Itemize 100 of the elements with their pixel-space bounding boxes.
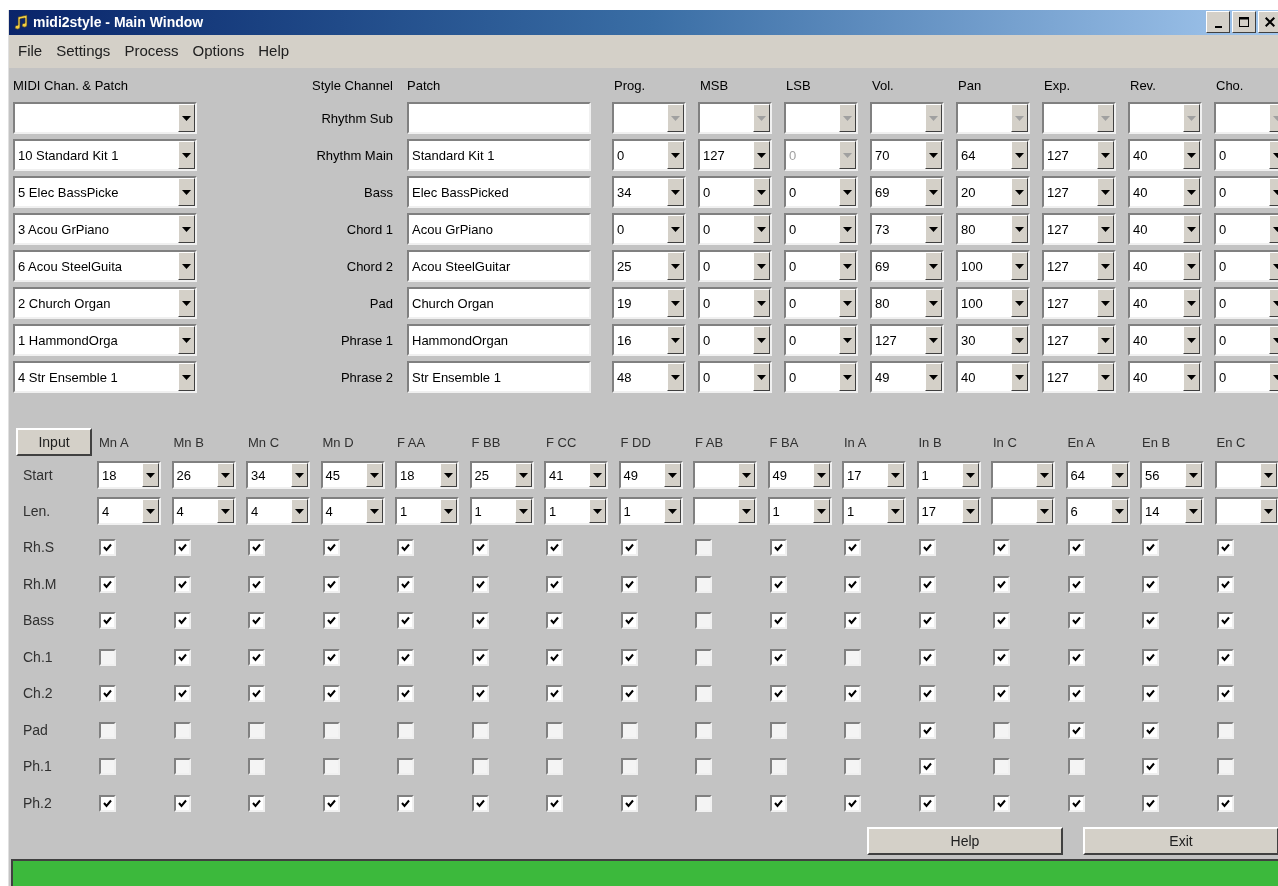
dropdown[interactable]: 19 — [612, 287, 686, 320]
dropdown[interactable]: 0 — [1214, 176, 1278, 209]
checkbox[interactable] — [695, 685, 712, 702]
dropdown[interactable] — [991, 497, 1055, 526]
checkbox[interactable] — [173, 721, 191, 739]
dropdown[interactable]: 45 — [320, 461, 385, 490]
dropdown[interactable]: 25 — [612, 250, 686, 283]
dropdown[interactable]: 127 — [1042, 250, 1116, 283]
checkbox[interactable] — [322, 575, 340, 593]
dropdown[interactable]: 17 — [842, 461, 906, 490]
checkbox[interactable] — [993, 794, 1010, 812]
dropdown[interactable]: 56 — [1140, 461, 1204, 490]
checkbox[interactable] — [844, 721, 861, 739]
checkbox[interactable] — [620, 758, 638, 775]
dropdown[interactable]: 16 — [612, 324, 686, 357]
checkbox[interactable] — [397, 721, 414, 739]
dropdown[interactable]: 0 — [698, 213, 772, 246]
dropdown[interactable]: 1 — [916, 461, 981, 490]
dropdown[interactable]: 0 — [1214, 324, 1278, 357]
checkbox[interactable] — [1067, 721, 1085, 739]
dropdown[interactable]: 0 — [698, 250, 772, 283]
checkbox[interactable] — [322, 685, 340, 702]
checkbox[interactable] — [769, 758, 787, 775]
dropdown[interactable]: 40 — [1128, 361, 1202, 394]
checkbox[interactable] — [844, 758, 861, 775]
checkbox[interactable] — [173, 758, 191, 775]
dropdown[interactable]: 0 — [1214, 139, 1278, 172]
dropdown[interactable]: 40 — [1128, 287, 1202, 320]
checkbox[interactable] — [695, 648, 712, 666]
dropdown[interactable]: 127 — [1042, 213, 1116, 246]
checkbox[interactable] — [993, 721, 1010, 739]
checkbox[interactable] — [1216, 794, 1234, 812]
checkbox[interactable] — [397, 758, 414, 775]
dropdown[interactable]: 127 — [1042, 324, 1116, 357]
dropdown[interactable]: 127 — [1042, 176, 1116, 209]
dropdown[interactable]: 64 — [1065, 461, 1130, 490]
checkbox[interactable] — [99, 575, 116, 593]
dropdown[interactable]: 40 — [1128, 176, 1202, 209]
dropdown[interactable]: 127 — [1042, 361, 1116, 394]
checkbox[interactable] — [918, 794, 936, 812]
minimize-button[interactable] — [1206, 11, 1230, 34]
dropdown[interactable]: 100 — [956, 250, 1030, 283]
checkbox[interactable] — [546, 794, 563, 812]
checkbox[interactable] — [99, 539, 116, 556]
dropdown[interactable] — [991, 461, 1055, 490]
dropdown[interactable]: 0 — [1214, 287, 1278, 320]
dropdown[interactable] — [693, 497, 757, 526]
dropdown[interactable]: 34 — [612, 176, 686, 209]
checkbox[interactable] — [471, 685, 489, 702]
checkbox[interactable] — [620, 539, 638, 556]
patch-field[interactable] — [407, 102, 591, 135]
dropdown[interactable]: 10 Standard Kit 1 — [13, 139, 197, 172]
dropdown[interactable]: 80 — [956, 213, 1030, 246]
checkbox[interactable] — [993, 648, 1010, 666]
dropdown[interactable] — [1214, 461, 1278, 490]
dropdown[interactable]: 0 — [784, 176, 858, 209]
checkbox[interactable] — [695, 758, 712, 775]
dropdown[interactable]: 34 — [246, 461, 310, 490]
checkbox[interactable] — [397, 648, 414, 666]
checkbox[interactable] — [173, 575, 191, 593]
checkbox[interactable] — [546, 575, 563, 593]
dropdown[interactable]: 0 — [698, 176, 772, 209]
dropdown[interactable]: 49 — [870, 361, 944, 394]
checkbox[interactable] — [248, 794, 265, 812]
checkbox[interactable] — [918, 612, 936, 629]
checkbox[interactable] — [173, 539, 191, 556]
checkbox[interactable] — [695, 794, 712, 812]
checkbox[interactable] — [471, 648, 489, 666]
dropdown[interactable]: 0 — [784, 250, 858, 283]
checkbox[interactable] — [173, 685, 191, 702]
checkbox[interactable] — [1142, 539, 1159, 556]
dropdown[interactable]: 0 — [784, 213, 858, 246]
dropdown[interactable]: 20 — [956, 176, 1030, 209]
checkbox[interactable] — [99, 794, 116, 812]
dropdown[interactable]: 1 — [618, 497, 683, 526]
checkbox[interactable] — [99, 721, 116, 739]
dropdown[interactable]: 1 — [469, 497, 534, 526]
checkbox[interactable] — [1067, 758, 1085, 775]
checkbox[interactable] — [1216, 758, 1234, 775]
checkbox[interactable] — [471, 612, 489, 629]
dropdown[interactable]: 69 — [870, 250, 944, 283]
checkbox[interactable] — [1142, 758, 1159, 775]
checkbox[interactable] — [322, 721, 340, 739]
checkbox[interactable] — [1216, 721, 1234, 739]
dropdown[interactable]: 49 — [767, 461, 832, 490]
checkbox[interactable] — [99, 648, 116, 666]
checkbox[interactable] — [769, 721, 787, 739]
checkbox[interactable] — [1142, 575, 1159, 593]
dropdown[interactable]: 0 — [1214, 250, 1278, 283]
dropdown[interactable]: 4 — [171, 497, 236, 526]
dropdown[interactable]: 64 — [956, 139, 1030, 172]
checkbox[interactable] — [248, 648, 265, 666]
checkbox[interactable] — [620, 721, 638, 739]
dropdown[interactable]: 2 Church Organ — [13, 287, 197, 320]
checkbox[interactable] — [1067, 794, 1085, 812]
checkbox[interactable] — [1216, 575, 1234, 593]
dropdown[interactable]: 0 — [784, 324, 858, 357]
dropdown[interactable]: 0 — [784, 361, 858, 394]
checkbox[interactable] — [322, 794, 340, 812]
dropdown[interactable]: 41 — [544, 461, 608, 490]
